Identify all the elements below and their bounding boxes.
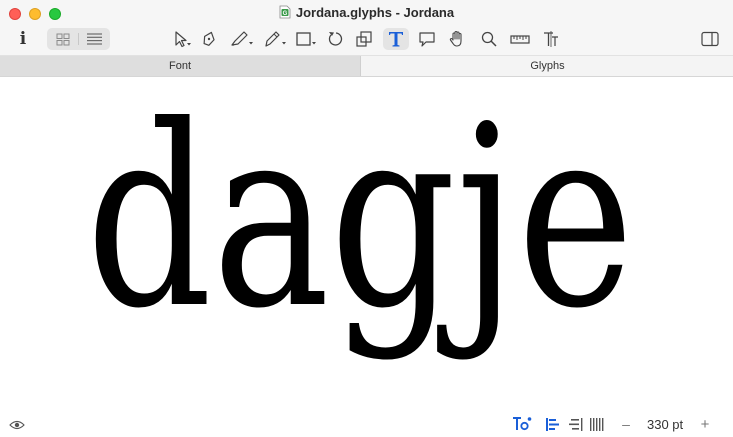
annotation-tool-icon bbox=[419, 32, 435, 47]
align-right-button[interactable] bbox=[568, 417, 584, 431]
rectangle-tool-button[interactable] bbox=[295, 29, 319, 49]
text-tool-icon bbox=[389, 32, 403, 47]
window-title-text: Jordana.glyphs - Jordana bbox=[295, 5, 455, 20]
vertical-text-icon bbox=[590, 417, 604, 431]
select-tool-icon bbox=[175, 31, 191, 48]
canvas-text: dagje bbox=[86, 77, 634, 363]
status-bar: – 330 pt + bbox=[0, 412, 733, 437]
zoom-in-button[interactable]: + bbox=[698, 416, 712, 433]
tab-bar: Font Glyphs bbox=[0, 56, 733, 77]
zoom-tool-icon bbox=[481, 31, 497, 47]
kerning-tool-button[interactable] bbox=[541, 29, 561, 49]
list-view-button[interactable] bbox=[86, 32, 102, 46]
tab-font[interactable]: Font bbox=[0, 56, 360, 76]
pen-tool-icon bbox=[203, 31, 215, 46]
pencil-tool-icon bbox=[265, 31, 286, 47]
info-button[interactable]: i bbox=[14, 29, 32, 49]
glyph-preview: dagje bbox=[86, 77, 634, 363]
grid-view-button[interactable] bbox=[55, 32, 70, 46]
hand-tool-button[interactable] bbox=[447, 29, 467, 49]
select-tool-button[interactable] bbox=[171, 29, 193, 49]
pencil-tool-button[interactable] bbox=[262, 29, 288, 49]
measure-tool-icon bbox=[510, 35, 530, 44]
zoom-tool-button[interactable] bbox=[479, 29, 499, 49]
tab-glyphs[interactable]: Glyphs bbox=[360, 56, 733, 76]
pen-tool-button[interactable] bbox=[199, 29, 219, 49]
rotate-tool-icon bbox=[328, 32, 343, 46]
info-icon: i bbox=[19, 29, 27, 49]
hand-tool-icon bbox=[449, 30, 462, 47]
window-title: G Jordana.glyphs - Jordana bbox=[0, 5, 733, 22]
scale-tool-icon bbox=[356, 31, 372, 47]
edit-canvas[interactable]: dagje bbox=[0, 77, 733, 412]
eye-icon bbox=[9, 420, 25, 430]
grid-view-icon bbox=[56, 33, 69, 45]
zoom-out-button[interactable]: – bbox=[619, 416, 633, 432]
text-options-icon bbox=[513, 417, 532, 431]
scale-tool-button[interactable] bbox=[354, 29, 374, 49]
annotation-tool-button[interactable] bbox=[417, 29, 437, 49]
rectangle-tool-icon bbox=[296, 32, 316, 46]
preview-toggle-button[interactable] bbox=[8, 418, 26, 432]
list-view-icon bbox=[86, 33, 102, 45]
document-icon: G bbox=[279, 5, 291, 22]
sidebar-toggle-button[interactable] bbox=[700, 29, 720, 49]
svg-text:G: G bbox=[283, 11, 288, 17]
align-right-icon bbox=[569, 417, 583, 431]
sidebar-toggle-icon bbox=[701, 31, 719, 47]
title-bar: G Jordana.glyphs - Jordana i bbox=[0, 0, 733, 56]
vertical-text-button[interactable] bbox=[589, 417, 605, 431]
text-options-button[interactable] bbox=[512, 416, 532, 432]
draw-tool-button[interactable] bbox=[229, 29, 255, 49]
kerning-tool-icon bbox=[544, 31, 558, 47]
draw-tool-icon bbox=[231, 31, 253, 46]
align-left-icon bbox=[546, 417, 559, 431]
segment-divider bbox=[78, 33, 79, 45]
text-tool-button[interactable] bbox=[383, 28, 409, 50]
app-window: G Jordana.glyphs - Jordana i Font Glyphs… bbox=[0, 0, 733, 437]
view-mode-segmented-control bbox=[47, 28, 110, 50]
rotate-tool-button[interactable] bbox=[325, 29, 345, 49]
measure-tool-button[interactable] bbox=[508, 29, 532, 49]
zoom-level[interactable]: 330 pt bbox=[647, 417, 683, 432]
align-left-button[interactable] bbox=[545, 417, 561, 431]
